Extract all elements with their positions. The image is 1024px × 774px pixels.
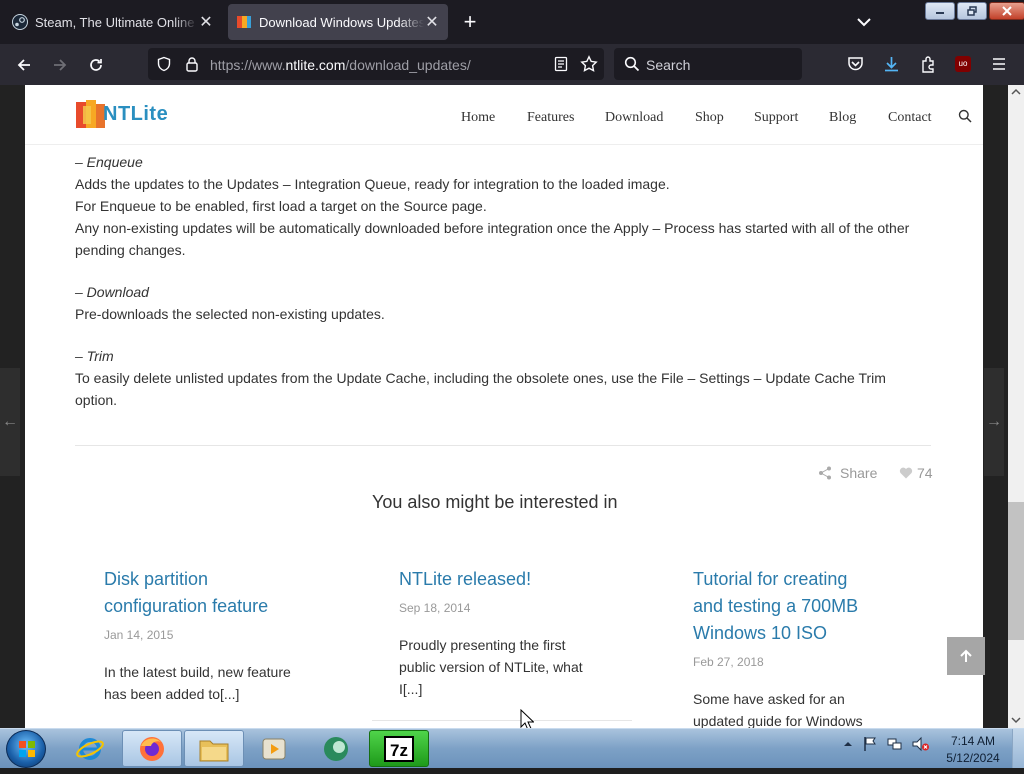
paragraph-line: Pre-downloads the selected non-existing … — [75, 306, 385, 322]
forward-icon[interactable] — [47, 52, 73, 78]
related-card-title[interactable]: NTLite released! — [399, 566, 531, 593]
related-card-date: Sep 18, 2014 — [399, 601, 471, 615]
start-button[interactable] — [6, 730, 46, 768]
related-heading: You also might be interested in — [372, 492, 618, 512]
paragraph-line: option. — [75, 392, 118, 408]
ntlite-favicon-icon — [237, 16, 251, 28]
bookmark-star-icon[interactable] — [580, 55, 598, 73]
paragraph-line: Adds the updates to the Updates – Integr… — [75, 176, 670, 192]
taskbar-firefox[interactable] — [122, 730, 182, 767]
heart-icon — [899, 467, 913, 479]
clock[interactable]: 7:14 AM 5/12/2024 — [942, 733, 1004, 767]
taskbar-media-player[interactable] — [244, 730, 304, 767]
nav-features[interactable]: Features — [527, 110, 574, 126]
nav-contact[interactable]: Contact — [888, 110, 932, 126]
shield-icon[interactable] — [156, 56, 172, 72]
taskbar-internet-explorer[interactable] — [60, 730, 120, 767]
scroll-up-icon[interactable] — [1011, 88, 1021, 96]
divider — [372, 720, 632, 721]
close-window-icon[interactable] — [989, 2, 1024, 20]
steam-icon — [12, 14, 28, 30]
clock-time: 7:14 AM — [950, 734, 996, 748]
scroll-down-icon[interactable] — [1011, 716, 1021, 724]
new-tab-icon[interactable]: + — [458, 8, 482, 36]
show-desktop-button[interactable] — [1012, 729, 1024, 768]
related-card-title[interactable]: Tutorial for creating and testing a 700M… — [693, 566, 858, 647]
paragraph-line: pending changes. — [75, 242, 186, 258]
7zip-icon: 7z — [384, 735, 414, 762]
nav-download[interactable]: Download — [605, 110, 663, 126]
next-arrow-icon[interactable]: → — [984, 368, 1004, 476]
search-input[interactable]: Search — [646, 57, 690, 73]
nav-support[interactable]: Support — [754, 110, 798, 126]
tab-title: Download Windows Updates – NTLite — [259, 14, 424, 30]
ublock-icon[interactable]: uo — [955, 56, 971, 72]
nav-shop[interactable]: Shop — [695, 110, 724, 126]
internet-explorer-icon — [76, 737, 104, 760]
action-center-flag-icon[interactable] — [862, 736, 878, 752]
related-card-excerpt: Some have asked for an updated guide for… — [693, 691, 863, 729]
system-tray — [843, 736, 930, 752]
scrollbar-thumb[interactable] — [1008, 502, 1024, 640]
like-button[interactable]: 74 — [899, 465, 933, 481]
search-icon — [624, 56, 640, 72]
media-player-icon — [262, 738, 286, 759]
share-icon — [819, 466, 831, 480]
chevron-down-icon[interactable] — [854, 12, 874, 32]
related-card-date: Jan 14, 2015 — [104, 628, 174, 642]
paragraph-line: To easily delete unlisted updates from t… — [75, 370, 886, 386]
divider — [75, 445, 931, 446]
volume-muted-icon[interactable] — [912, 736, 930, 752]
restore-icon[interactable] — [957, 2, 987, 20]
reader-view-icon[interactable] — [553, 56, 569, 72]
app-icon — [324, 736, 348, 761]
search-bar[interactable] — [614, 48, 802, 80]
related-card-date: Feb 27, 2018 — [693, 655, 764, 669]
windows-logo-icon — [19, 741, 35, 757]
taskbar-app[interactable] — [306, 730, 366, 767]
enqueue-heading: – Enqueue — [75, 154, 143, 170]
clock-date: 5/12/2024 — [946, 751, 1000, 765]
tab-title: Steam, The Ultimate Online Game Platform — [35, 14, 198, 30]
like-count: 74 — [917, 465, 933, 481]
minimize-icon[interactable] — [925, 2, 955, 20]
share-button[interactable]: Share — [818, 465, 877, 481]
nav-home[interactable]: Home — [461, 110, 495, 126]
reload-icon[interactable] — [83, 52, 109, 78]
close-tab-icon[interactable]: ✕ — [424, 12, 440, 32]
related-card-excerpt: In the latest build, new feature has bee… — [104, 664, 291, 702]
show-hidden-icons-icon[interactable] — [843, 740, 853, 748]
download-icon[interactable] — [883, 55, 900, 73]
arrow-up-icon — [960, 649, 972, 662]
close-tab-icon[interactable]: ✕ — [198, 12, 214, 32]
tab-steam[interactable]: Steam, The Ultimate Online Game Platform… — [4, 4, 222, 40]
site-logo[interactable]: NTLite — [103, 103, 168, 126]
network-icon[interactable] — [887, 736, 903, 752]
related-card-title[interactable]: Disk partition configuration feature — [104, 566, 268, 620]
svg-text:7z: 7z — [390, 741, 408, 760]
paragraph-line: Any non-existing updates will be automat… — [75, 220, 910, 236]
back-icon[interactable] — [11, 52, 37, 78]
url-text[interactable]: https://www.ntlite.com/download_updates/ — [210, 57, 471, 73]
nav-blog[interactable]: Blog — [829, 110, 856, 126]
scroll-to-top-button[interactable] — [947, 637, 985, 675]
related-card-excerpt: Proudly presenting the first public vers… — [399, 637, 583, 697]
prev-arrow-icon[interactable]: ← — [0, 368, 20, 476]
pocket-icon[interactable] — [847, 56, 864, 72]
tab-ntlite[interactable]: Download Windows Updates – NTLite ✕ — [228, 4, 448, 40]
taskbar-7zip[interactable]: 7z — [369, 730, 429, 767]
taskbar-file-explorer[interactable] — [184, 730, 244, 767]
window-controls — [925, 2, 1024, 20]
firefox-icon — [140, 736, 164, 761]
lock-icon[interactable] — [184, 56, 200, 72]
paragraph-line: For Enqueue to be enabled, first load a … — [75, 198, 487, 214]
site-search-icon[interactable] — [958, 109, 972, 123]
folder-icon — [199, 740, 229, 761]
share-label: Share — [840, 465, 878, 481]
download-heading: – Download — [75, 284, 149, 300]
extensions-icon[interactable] — [920, 55, 937, 73]
menu-icon[interactable] — [991, 57, 1007, 71]
trim-heading: – Trim — [75, 348, 114, 364]
